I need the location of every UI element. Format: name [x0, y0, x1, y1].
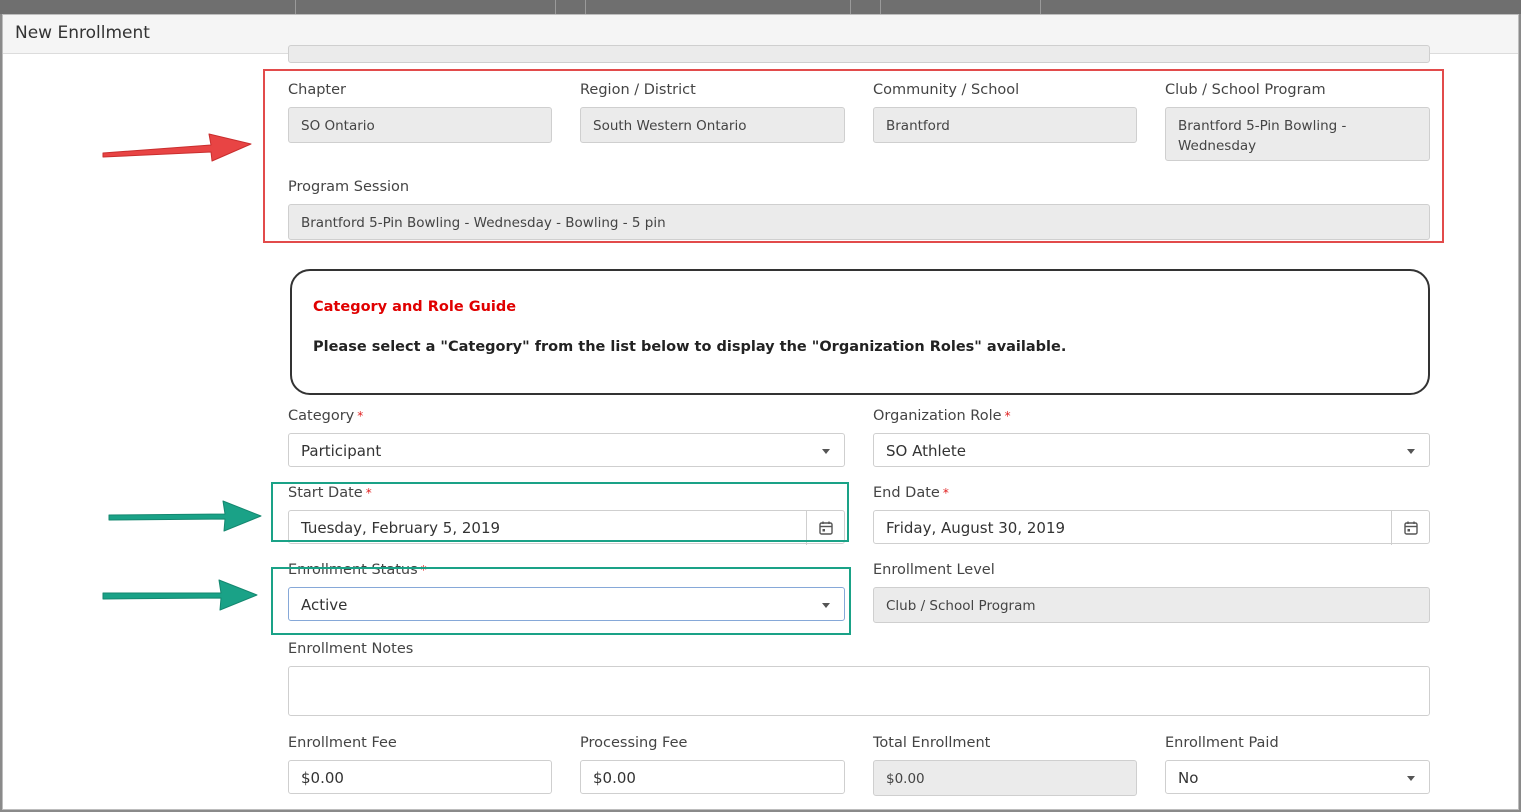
fee-label: Enrollment Fee — [288, 735, 397, 751]
org-role-value: SO Athlete — [886, 442, 966, 460]
guide-text: Please select a "Category" from the list… — [313, 339, 1067, 355]
chevron-down-icon — [822, 449, 830, 454]
guide-title: Category and Role Guide — [313, 299, 517, 315]
chevron-down-icon — [1407, 776, 1415, 781]
category-label: Category * — [288, 408, 364, 424]
arrow-right-icon — [108, 500, 262, 532]
total-label: Total Enrollment — [873, 735, 991, 751]
fee-input[interactable]: $0.00 — [288, 760, 552, 794]
arrow-right-icon — [102, 579, 258, 611]
cutoff-field — [288, 45, 1430, 63]
calendar-icon — [1403, 521, 1418, 535]
level-field: Club / School Program — [873, 587, 1430, 623]
end-date-value: Friday, August 30, 2019 — [886, 519, 1066, 537]
paid-select[interactable]: No — [1165, 760, 1430, 794]
chevron-down-icon — [1407, 449, 1415, 454]
category-value: Participant — [301, 442, 382, 460]
end-date-label: End Date * — [873, 485, 949, 501]
enrollment-modal: New Enrollment Chapter SO Ontario Region… — [2, 14, 1519, 810]
category-select[interactable]: Participant — [288, 433, 845, 467]
required-mark: * — [942, 486, 949, 500]
total-field: $0.00 — [873, 760, 1137, 796]
green-highlight-box-start-date — [271, 482, 849, 542]
level-label: Enrollment Level — [873, 562, 995, 578]
paid-value: No — [1178, 769, 1199, 787]
required-mark: * — [1004, 409, 1011, 423]
notes-label: Enrollment Notes — [288, 641, 414, 657]
background-page — [0, 0, 1521, 14]
paid-label: Enrollment Paid — [1165, 735, 1279, 751]
org-role-label: Organization Role * — [873, 408, 1011, 424]
modal-title: New Enrollment — [15, 23, 150, 43]
modal-body: Chapter SO Ontario Region / District Sou… — [3, 45, 1518, 809]
red-highlight-box — [263, 69, 1444, 243]
processing-fee-label: Processing Fee — [580, 735, 688, 751]
end-date-calendar-button[interactable] — [1391, 511, 1429, 545]
required-mark: * — [357, 409, 364, 423]
end-date-input[interactable]: Friday, August 30, 2019 — [873, 510, 1430, 545]
org-role-select[interactable]: SO Athlete — [873, 433, 1430, 467]
green-highlight-box-status — [271, 567, 851, 635]
notes-textarea[interactable] — [288, 666, 1430, 716]
category-role-guide: Category and Role Guide Please select a … — [290, 269, 1430, 395]
processing-fee-input[interactable]: $0.00 — [580, 760, 845, 794]
arrow-right-icon — [102, 133, 252, 162]
